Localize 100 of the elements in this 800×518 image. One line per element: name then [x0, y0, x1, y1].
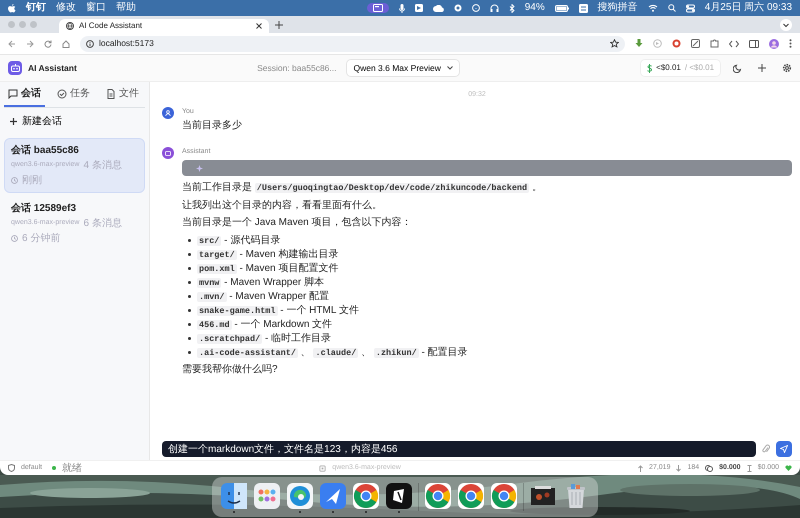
- puzzle-icon[interactable]: [710, 39, 719, 48]
- globe-icon: [66, 22, 74, 30]
- robot-icon: [10, 64, 20, 72]
- sidebar-tab[interactable]: 会话: [4, 82, 45, 107]
- send-icon: [780, 445, 788, 453]
- session-title: 会话 baa55c86: [11, 144, 80, 158]
- session-time: 6 分钟前: [22, 232, 60, 246]
- cost-value: <$0.01: [656, 62, 681, 74]
- close-icon[interactable]: [256, 23, 262, 29]
- finder-icon[interactable]: [220, 482, 248, 510]
- bullet-icon: [188, 323, 191, 326]
- message-text: 需要我帮你做什么吗?: [182, 364, 279, 376]
- plus-icon[interactable]: [275, 21, 283, 29]
- model-select[interactable]: Qwen 3.6 Max Preview: [346, 58, 460, 78]
- control-center-icon[interactable]: [686, 4, 695, 12]
- session-id: Session: baa55c86...: [257, 62, 336, 74]
- star-icon[interactable]: [610, 39, 619, 48]
- status-text: 就绪: [62, 462, 82, 475]
- list-item: .ai-code-assistant/ 、 .claude/ 、 .zhikun/ - 配置目录: [197, 346, 468, 358]
- list-item: pom.xml - Maven 项目配置文件: [197, 262, 338, 274]
- list-item: src/ - 源代码目录: [197, 234, 280, 246]
- forward-icon[interactable]: [26, 40, 34, 48]
- menu-item[interactable]: 窗口: [86, 3, 106, 13]
- moon-icon[interactable]: [733, 64, 742, 72]
- message-count: 6 条消息: [83, 216, 122, 231]
- chrome-icon[interactable]: [490, 482, 518, 510]
- screen-icon[interactable]: [372, 4, 383, 12]
- bluetooth-icon[interactable]: [508, 4, 515, 12]
- home-icon[interactable]: [62, 40, 70, 48]
- menu-item[interactable]: 帮助: [116, 3, 136, 13]
- microphone-icon[interactable]: [398, 4, 405, 12]
- reload-icon[interactable]: [44, 40, 52, 48]
- menubar-clock[interactable]: 4月25日 周六 09:33: [704, 3, 792, 13]
- status-dot: [52, 466, 56, 470]
- chrome-icon[interactable]: [424, 482, 452, 510]
- battery-icon[interactable]: [554, 4, 569, 12]
- cost-total: / <$0.01: [684, 62, 714, 74]
- browser-tab[interactable]: AI Code Assistant: [59, 19, 269, 33]
- chevron-icon[interactable]: [780, 19, 792, 31]
- help-icon[interactable]: [472, 4, 480, 12]
- heart-icon: [785, 465, 792, 471]
- file-icon: [106, 88, 116, 98]
- message-count: 4 条消息: [83, 158, 122, 173]
- app-title: AI Assistant: [28, 62, 77, 74]
- shield-icon: [8, 464, 15, 472]
- message-text: 当前目录多少: [182, 120, 243, 132]
- list-item: 456.md - 一个 Markdown 文件: [197, 318, 332, 330]
- avatar-icon[interactable]: [769, 38, 779, 48]
- new-session-button[interactable]: 新建会话: [4, 108, 68, 135]
- list-item: mvnw - Maven Wrapper 脚本: [197, 276, 324, 288]
- chrome-icon[interactable]: [352, 482, 380, 510]
- budget-icon: [746, 464, 752, 472]
- list-item: snake-game.html - 一个 HTML 文件: [197, 304, 359, 316]
- robot-icon: [165, 150, 171, 156]
- more-icon[interactable]: [789, 39, 792, 48]
- back-icon[interactable]: [8, 40, 16, 48]
- bullet-icon: [188, 351, 191, 354]
- bullet-icon: [188, 267, 191, 270]
- download-icon[interactable]: [635, 39, 643, 48]
- plus-icon[interactable]: [758, 64, 766, 72]
- arrow-up-icon: [638, 464, 644, 472]
- message-text: 让我列出这个目录的内容，看看里面有什么。: [182, 200, 383, 212]
- chevron-icon: [446, 66, 453, 70]
- cloud-icon[interactable]: [432, 4, 444, 12]
- send-button[interactable]: [776, 441, 792, 457]
- address-bar[interactable]: localhost:5173: [80, 36, 625, 52]
- list-item: .mvn/ - Maven Wrapper 配置: [197, 290, 330, 302]
- chip-icon: [319, 464, 326, 472]
- wifi-icon[interactable]: [648, 4, 658, 12]
- input-method-label[interactable]: 搜狗拼音: [598, 3, 638, 13]
- coins-icon: [705, 464, 714, 472]
- headphones-icon[interactable]: [490, 4, 499, 12]
- browser-icon[interactable]: [286, 482, 314, 510]
- bullet-icon: [188, 239, 191, 242]
- launchpad-icon[interactable]: [253, 482, 281, 510]
- person-icon: [165, 110, 171, 116]
- chat-icon: [8, 88, 18, 98]
- sidebar-tab[interactable]: 任务: [53, 82, 94, 107]
- code-icon[interactable]: [729, 40, 739, 48]
- sidebar-tab[interactable]: 文件: [102, 82, 143, 107]
- search-icon[interactable]: [668, 4, 676, 12]
- circle-icon[interactable]: [454, 4, 462, 12]
- settings-icon[interactable]: [782, 63, 792, 73]
- extension-icon[interactable]: [672, 39, 681, 48]
- menu-item[interactable]: 修改: [56, 3, 76, 13]
- bullet-icon: [188, 281, 191, 284]
- keyboard-icon[interactable]: [578, 4, 588, 12]
- session-time: 刚刚: [22, 174, 42, 188]
- sidebar-icon[interactable]: [749, 40, 759, 48]
- check-circle-icon: [57, 88, 67, 98]
- list-item: target/ - Maven 构建输出目录: [197, 248, 338, 260]
- plus-icon: [10, 118, 17, 125]
- menu-item[interactable]: 钉钉: [26, 3, 46, 13]
- paper-plane-icon[interactable]: [319, 482, 347, 510]
- info-icon: [86, 40, 94, 48]
- message-input[interactable]: 创建一个markdown文件，文件名是123，内容是456: [162, 441, 756, 457]
- app-icon[interactable]: [385, 482, 413, 510]
- chrome-icon[interactable]: [457, 482, 485, 510]
- bullet-icon: [188, 253, 191, 256]
- extension-icon[interactable]: [691, 39, 700, 48]
